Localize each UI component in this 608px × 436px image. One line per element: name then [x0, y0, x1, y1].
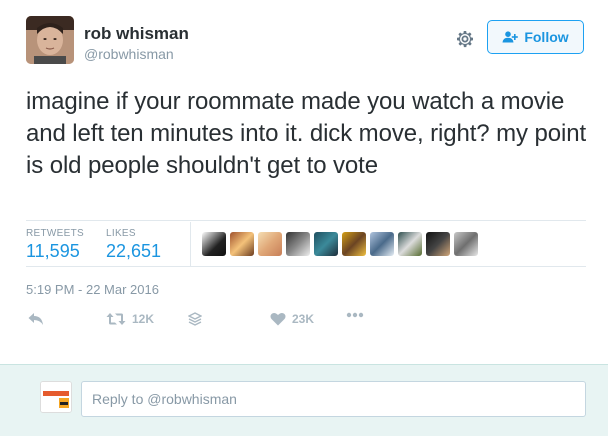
user-avatar[interactable] [26, 16, 74, 64]
stats-divider [190, 222, 191, 266]
liker-avatar[interactable] [286, 232, 310, 256]
liker-avatar[interactable] [342, 232, 366, 256]
divider [26, 266, 586, 267]
avatar-image [26, 16, 74, 64]
retweet-count: 12K [132, 312, 155, 326]
reply-section [0, 364, 608, 436]
retweet-icon [106, 313, 126, 325]
tweet-timestamp[interactable]: 5:19 PM - 22 Mar 2016 [26, 282, 159, 297]
tweet-actions: 12K 23K [26, 312, 586, 332]
likes-stat[interactable]: LIKES 22,651 [106, 228, 161, 262]
retweet-button[interactable]: 12K [106, 312, 154, 326]
divider [26, 220, 586, 221]
user-name[interactable]: rob whisman [84, 24, 189, 44]
like-button[interactable]: 23K [270, 312, 314, 326]
liker-avatar[interactable] [258, 232, 282, 256]
liker-avatar[interactable] [370, 232, 394, 256]
reply-input[interactable] [81, 381, 586, 417]
liker-avatar[interactable] [230, 232, 254, 256]
layers-icon [188, 312, 202, 326]
liker-avatar[interactable] [202, 232, 226, 256]
layers-button[interactable] [188, 312, 202, 326]
tweet-text: imagine if your roommate made you watch … [26, 88, 587, 179]
retweets-stat[interactable]: RETWEETS 11,595 [26, 228, 84, 262]
more-button[interactable] [346, 312, 364, 318]
retweets-count: 11,595 [26, 241, 80, 261]
add-user-icon [502, 31, 519, 43]
liker-avatar[interactable] [426, 232, 450, 256]
liker-avatar[interactable] [454, 232, 478, 256]
retweets-label: RETWEETS [26, 228, 84, 239]
reply-icon [28, 313, 43, 325]
like-count: 23K [292, 312, 315, 326]
more-icon [346, 312, 364, 318]
tweet-card: rob whisman @robwhisman Follow imagine i… [0, 0, 608, 364]
user-handle[interactable]: @robwhisman [84, 46, 174, 62]
liker-avatars [202, 232, 478, 256]
reply-button[interactable] [28, 312, 44, 326]
current-user-avatar [40, 381, 72, 413]
heart-icon [270, 312, 286, 326]
liker-avatar[interactable] [398, 232, 422, 256]
likes-label: LIKES [106, 228, 136, 239]
gear-icon[interactable] [455, 29, 475, 49]
liker-avatar[interactable] [314, 232, 338, 256]
follow-button-label: Follow [524, 29, 569, 45]
follow-button[interactable]: Follow [487, 20, 584, 54]
likes-count: 22,651 [106, 241, 162, 261]
